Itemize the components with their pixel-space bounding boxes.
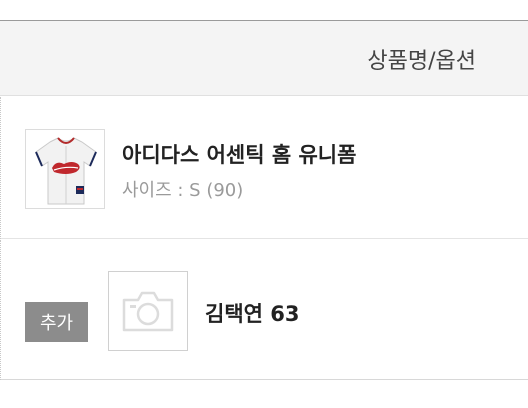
table-header: 상품명/옵션 xyxy=(0,21,528,96)
row-divider xyxy=(0,97,1,239)
row-divider xyxy=(0,240,1,380)
product-thumbnail[interactable] xyxy=(25,129,105,209)
add-badge: 추가 xyxy=(25,302,88,342)
product-name[interactable]: 아디다스 어센틱 홈 유니폼 xyxy=(122,139,356,169)
addon-row: 추가 김택연 63 xyxy=(0,240,528,380)
header-product-option-label: 상품명/옵션 xyxy=(367,49,476,74)
addon-thumbnail xyxy=(108,271,188,351)
addon-name: 김택연 63 xyxy=(205,302,300,326)
camera-icon xyxy=(122,291,174,332)
jersey-thumbnail-icon xyxy=(26,130,104,208)
product-option: 사이즈 : S (90) xyxy=(122,180,244,201)
cart-table: 상품명/옵션 아디다스 어센틱 홈 유니폼 사이즈: S (90) 추가 김택… xyxy=(0,0,528,408)
product-row: 아디다스 어센틱 홈 유니폼 사이즈 : S (90) xyxy=(0,97,528,239)
